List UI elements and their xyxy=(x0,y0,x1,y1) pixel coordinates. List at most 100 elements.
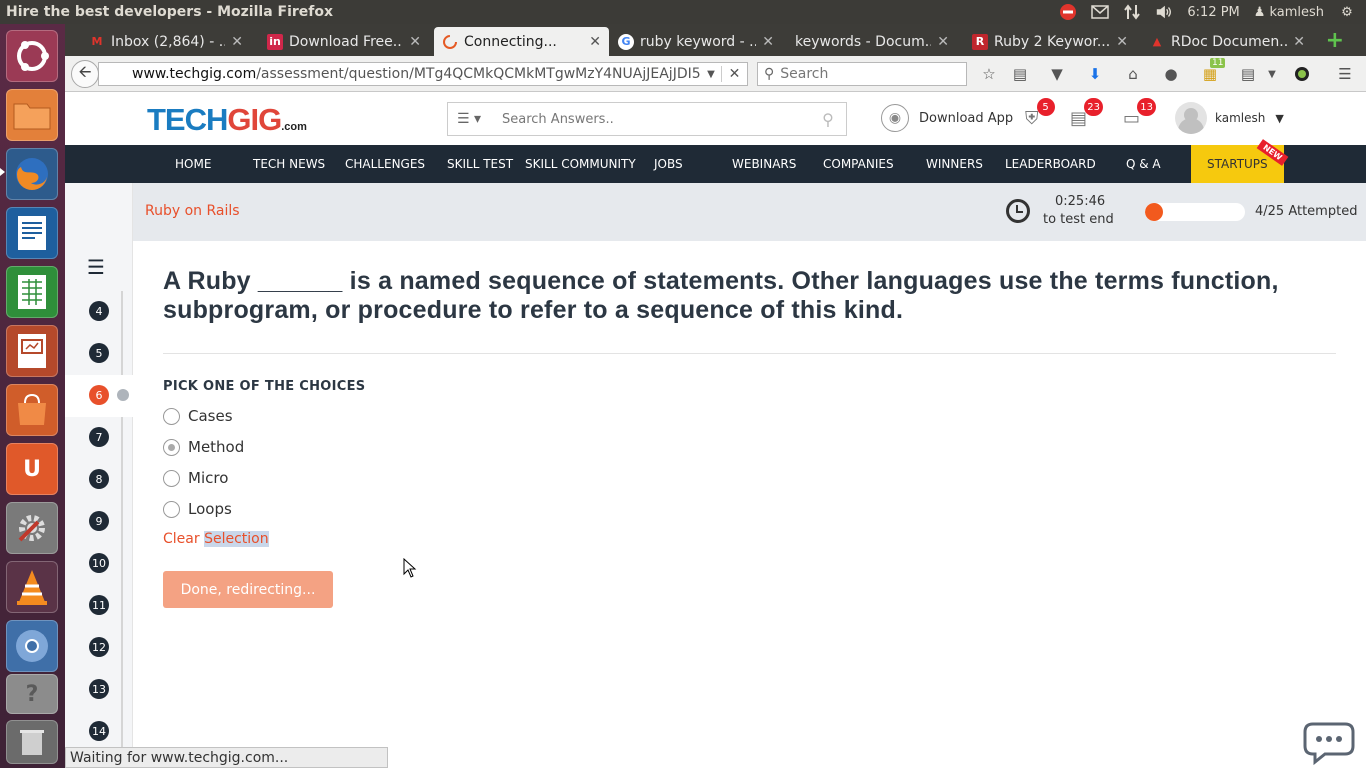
monitor-icon[interactable]: ▭ 13 xyxy=(1123,98,1157,129)
tab-ruby-keyword[interactable]: G ruby keyword - ... ✕ xyxy=(610,27,782,56)
files-icon[interactable] xyxy=(6,89,58,141)
nav-companies[interactable]: COMPANIES xyxy=(823,145,894,183)
question-number[interactable]: 7 xyxy=(89,427,109,447)
radio-button[interactable] xyxy=(163,500,180,518)
nav-qa[interactable]: Q & A xyxy=(1126,145,1161,183)
nav-jobs[interactable]: JOBS xyxy=(654,145,683,183)
extension-icon[interactable]: ▦ 11 xyxy=(1201,58,1226,83)
menu-dropdown-icon[interactable]: ▼ xyxy=(1263,65,1281,83)
site-search-box[interactable]: ☰ ▾ Search Answers.. ⚲ xyxy=(447,102,847,136)
question-number[interactable]: 8 xyxy=(89,469,109,489)
close-icon[interactable]: ✕ xyxy=(409,34,421,50)
no-entry-icon[interactable] xyxy=(1059,4,1077,20)
system-settings-icon[interactable] xyxy=(6,502,58,554)
choice-option[interactable]: Cases xyxy=(163,407,233,425)
tab-download[interactable]: in Download Free... ✕ xyxy=(259,27,429,56)
nav-challenges[interactable]: CHALLENGES xyxy=(345,145,425,183)
firefox-icon[interactable] xyxy=(6,148,58,200)
back-button[interactable]: 🡨 xyxy=(71,60,99,88)
radio-button-checked[interactable] xyxy=(163,438,180,456)
nav-tech-news[interactable]: TECH NEWS xyxy=(253,145,325,183)
stop-icon[interactable]: ✕ xyxy=(721,66,747,82)
hamburger-menu-icon[interactable]: ☰ xyxy=(1336,65,1354,83)
close-icon[interactable]: ✕ xyxy=(1116,34,1128,50)
close-icon[interactable]: ✕ xyxy=(937,34,949,50)
close-icon[interactable]: ✕ xyxy=(231,34,243,50)
techgig-logo[interactable]: TECHGIG.com xyxy=(147,102,307,138)
url-bar[interactable]: www.techgig.com/assessment/question/MTg4… xyxy=(98,62,748,86)
clear-selection-link[interactable]: Clear Selection xyxy=(163,531,269,547)
news-icon[interactable]: ▤ 23 xyxy=(1070,98,1104,129)
impress-icon[interactable] xyxy=(6,325,58,377)
nav-leaderboard[interactable]: LEADERBOARD xyxy=(1005,145,1096,183)
list-icon[interactable]: ☰ xyxy=(87,255,105,279)
tab-gmail[interactable]: M Inbox (2,864) - ... ✕ xyxy=(81,27,251,56)
user-menu-toggle[interactable]: kamlesh ▼ xyxy=(1175,102,1284,134)
nav-skill-test[interactable]: SKILL TEST xyxy=(447,145,513,183)
tab-rdoc[interactable]: ▲ RDoc Documen... ✕ xyxy=(1141,27,1313,56)
choice-option[interactable]: Loops xyxy=(163,500,232,518)
volume-icon[interactable] xyxy=(1155,4,1173,20)
download-app-link[interactable]: ◉ Download App xyxy=(881,104,1013,132)
shield-icon[interactable]: ⛨ 5 xyxy=(1025,98,1055,129)
search-icon[interactable]: ⚲ xyxy=(810,110,846,129)
gear-icon[interactable]: ⚙ xyxy=(1338,4,1356,20)
rdoc-icon: ▲ xyxy=(1152,35,1162,48)
choice-option[interactable]: Micro xyxy=(163,469,228,487)
user-menu[interactable]: ♟ kamlesh xyxy=(1254,5,1324,20)
question-number[interactable]: 13 xyxy=(89,679,109,699)
nav-webinars[interactable]: WEBINARS xyxy=(732,145,796,183)
question-number-current[interactable]: 6 xyxy=(89,385,109,405)
close-icon[interactable]: ✕ xyxy=(1293,34,1305,50)
sidebar-scroll-thumb[interactable] xyxy=(117,389,129,401)
close-icon[interactable]: ✕ xyxy=(762,34,774,50)
dropdown-icon[interactable]: ▼ xyxy=(701,69,721,80)
search-category-menu-icon[interactable]: ☰ ▾ xyxy=(448,111,490,127)
home-icon[interactable]: ⌂ xyxy=(1124,65,1142,83)
nav-skill-community[interactable]: SKILL COMMUNITY xyxy=(525,145,636,183)
radio-button[interactable] xyxy=(163,407,180,425)
new-tab-button[interactable]: + xyxy=(1326,30,1344,52)
color-wheel-icon[interactable] xyxy=(1293,65,1311,83)
reading-list-icon[interactable]: ▤ xyxy=(1011,65,1029,83)
question-number[interactable]: 9 xyxy=(89,511,109,531)
mail-icon[interactable] xyxy=(1091,4,1110,20)
question-number[interactable]: 4 xyxy=(89,301,109,321)
tab-connecting[interactable]: Connecting... ✕ xyxy=(434,27,609,56)
radio-button[interactable] xyxy=(163,469,180,487)
ubuntu-dash-icon[interactable] xyxy=(6,30,58,82)
download-icon[interactable]: ⬇ xyxy=(1086,65,1104,83)
network-icon[interactable] xyxy=(1123,4,1141,20)
search-bar[interactable]: ⚲ Search xyxy=(757,62,967,86)
question-number[interactable]: 10 xyxy=(89,553,109,573)
choice-option-selected[interactable]: Method xyxy=(163,438,244,456)
question-number[interactable]: 14 xyxy=(89,721,109,741)
writer-icon[interactable] xyxy=(6,207,58,259)
pocket-icon[interactable]: ▼ xyxy=(1048,65,1066,83)
chat-icon[interactable] xyxy=(1299,720,1359,768)
site-search-input[interactable]: Search Answers.. xyxy=(490,112,810,127)
question-number[interactable]: 5 xyxy=(89,343,109,363)
tab-keywords[interactable]: keywords - Docum... ✕ xyxy=(787,27,957,56)
question-number[interactable]: 11 xyxy=(89,595,109,615)
trash-icon[interactable] xyxy=(6,720,58,764)
bookmark-star-icon[interactable]: ☆ xyxy=(980,65,998,83)
url-text[interactable]: www.techgig.com/assessment/question/MTg4… xyxy=(99,66,701,82)
chat-bubble-icon[interactable]: ● xyxy=(1162,65,1180,83)
tab-ruby2[interactable]: R Ruby 2 Keywor... ✕ xyxy=(964,27,1136,56)
calc-icon[interactable] xyxy=(6,266,58,318)
close-icon[interactable]: ✕ xyxy=(589,34,601,50)
software-center-icon[interactable] xyxy=(6,384,58,436)
clipboard-icon[interactable]: ▤ xyxy=(1239,65,1257,83)
help-icon[interactable]: ? xyxy=(6,674,58,714)
clock[interactable]: 6:12 PM xyxy=(1187,5,1239,20)
chromium-icon[interactable] xyxy=(6,620,58,672)
vlc-icon[interactable] xyxy=(6,561,58,613)
ubuntu-one-icon[interactable]: U xyxy=(6,443,58,495)
question-number[interactable]: 12 xyxy=(89,637,109,657)
done-button[interactable]: Done, redirecting... xyxy=(163,571,333,608)
nav-winners[interactable]: WINNERS xyxy=(926,145,983,183)
sidebar-scrollbar[interactable] xyxy=(121,291,123,768)
nav-home[interactable]: HOME xyxy=(175,145,211,183)
nav-startups[interactable]: STARTUPS NEW xyxy=(1191,139,1289,183)
